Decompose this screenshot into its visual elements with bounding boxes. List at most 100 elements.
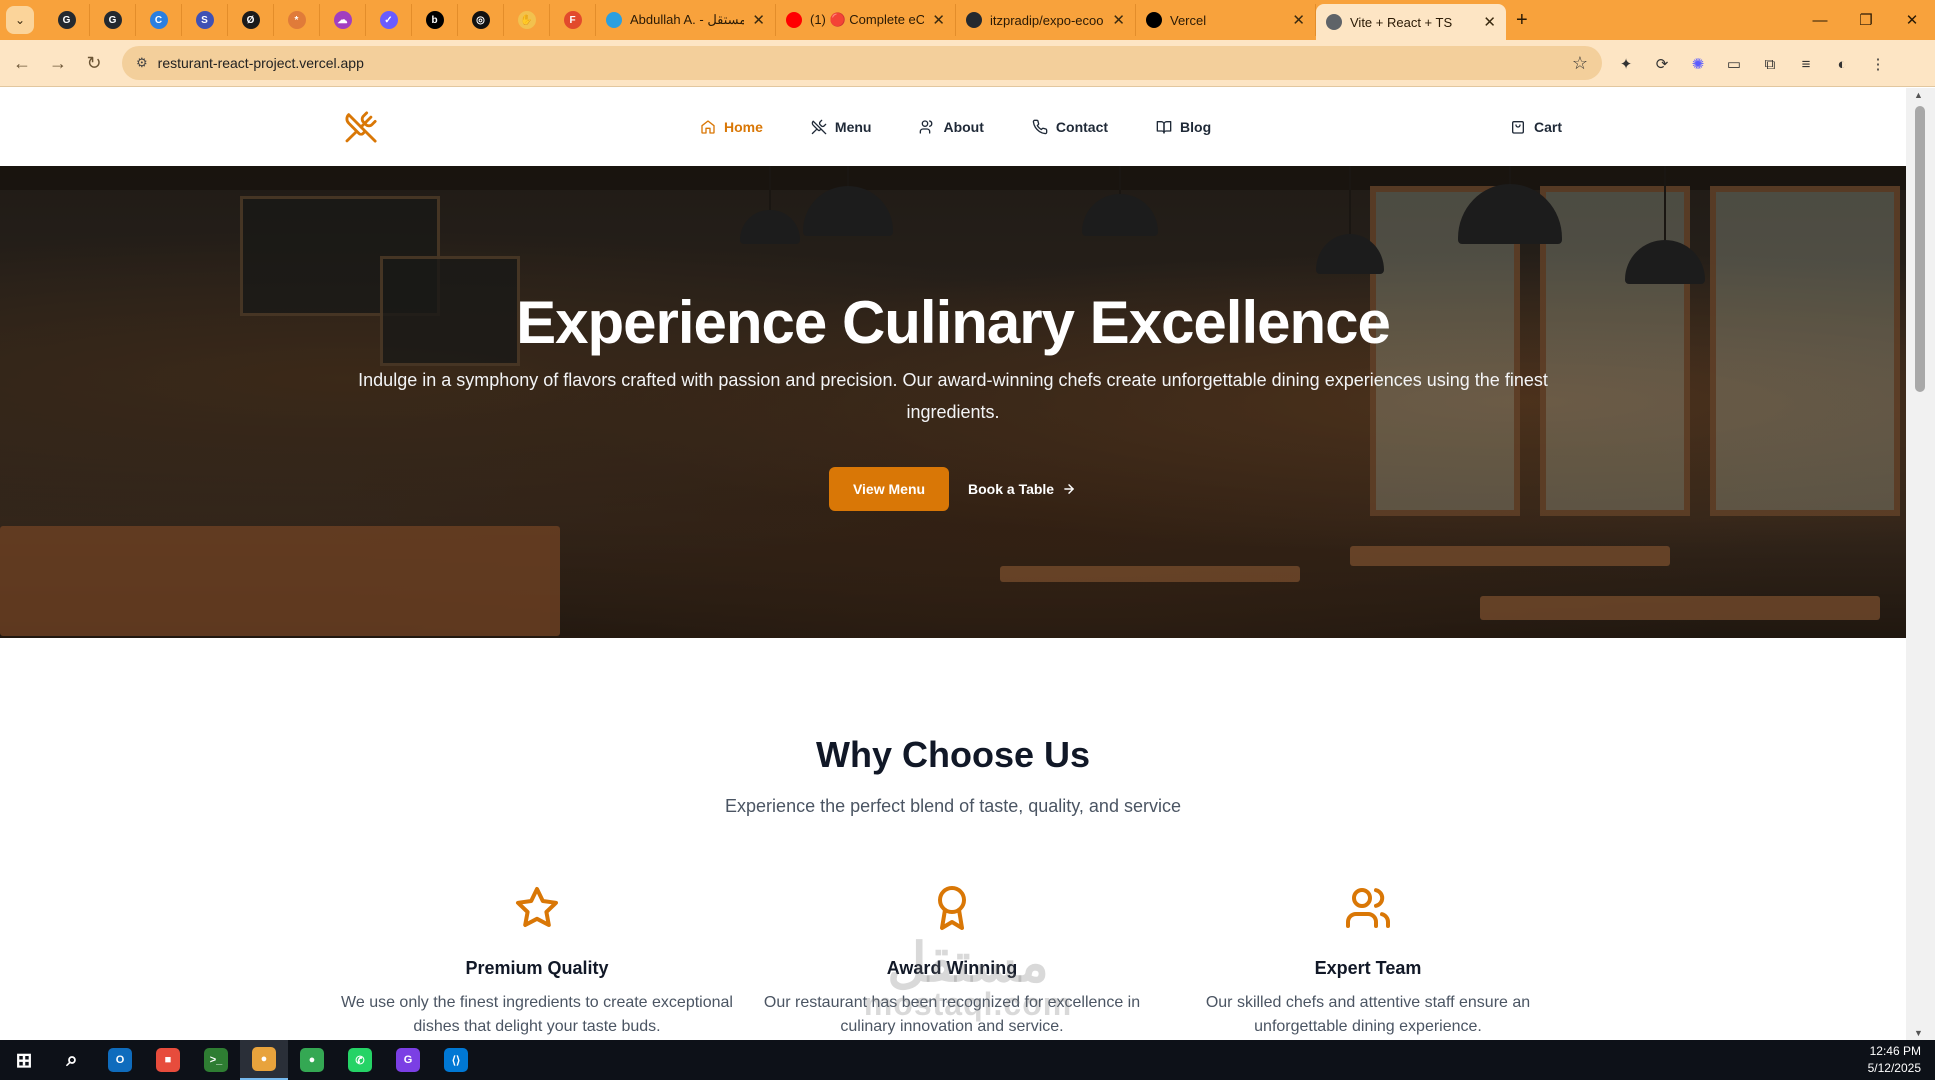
taskbar-start-button[interactable]: ⊞ (0, 1040, 48, 1080)
bookmark-star-icon[interactable]: ☆ (1572, 53, 1588, 74)
windows-taskbar: ⊞ ⌕ O ■ >_ ● ● ✆ G ⟨⟩ 12:46 PM 5/12/2025 (0, 1040, 1935, 1080)
taskbar-github-desktop-button[interactable]: G (384, 1040, 432, 1080)
cart-link[interactable]: Cart (1510, 88, 1562, 166)
nav-item-home[interactable]: Home (700, 119, 763, 135)
hero-subtitle: Indulge in a symphony of flavors crafted… (358, 370, 1548, 422)
extension-icon[interactable]: ⟳ (1644, 48, 1680, 80)
taskbar-search-button[interactable]: ⌕ (48, 1040, 96, 1080)
pinned-tab[interactable]: G (90, 4, 136, 36)
pinned-tab[interactable]: b (412, 4, 458, 36)
main-nav: Home Menu About Contact Blog (700, 88, 1259, 166)
extension-icon[interactable]: ✺ (1680, 48, 1716, 80)
hero-title: Experience Culinary Excellence (516, 289, 1391, 356)
tab-title: itzpradip/expo-ecoomerce-a (990, 12, 1104, 28)
pinned-tab[interactable]: G (44, 4, 90, 36)
book-table-button[interactable]: Book a Table (968, 467, 1076, 511)
pinned-tab[interactable]: C (136, 4, 182, 36)
cart-label: Cart (1534, 119, 1563, 135)
page-scrollbar[interactable]: ▲ ▼ (1906, 88, 1935, 1040)
pinned-tab[interactable]: S (182, 4, 228, 36)
nav-item-label: About (943, 119, 984, 135)
feature-title: Premium Quality (465, 958, 609, 978)
scrollbar-thumb[interactable] (1915, 106, 1925, 392)
close-tab-icon[interactable]: ✕ (1112, 11, 1125, 29)
tab-title: (1) 🔴 Complete eCommerce (810, 12, 925, 27)
taskbar-outlook-button[interactable]: O (96, 1040, 144, 1080)
url-text: resturant-react-project.vercel.app (157, 55, 364, 71)
close-tab-icon[interactable]: ✕ (1483, 13, 1496, 31)
team-icon (1346, 888, 1391, 928)
taskbar-chrome-button[interactable]: ● (240, 1040, 288, 1080)
target-icon: ◎ (471, 11, 490, 29)
restore-icon[interactable]: ❐ (1843, 0, 1889, 40)
close-tab-icon[interactable]: ✕ (1292, 11, 1305, 29)
browser-tab[interactable]: (1) 🔴 Complete eCommerce ✕ (776, 4, 956, 36)
watermark-arabic: مستقل (887, 933, 1049, 993)
taskbar-vscode-button[interactable]: ⟨⟩ (432, 1040, 480, 1080)
close-window-icon[interactable]: ✕ (1889, 0, 1935, 40)
nav-item-menu[interactable]: Menu (811, 119, 872, 135)
taskbar-whatsapp-button[interactable]: ✆ (336, 1040, 384, 1080)
pinned-tab[interactable]: ☁ (320, 4, 366, 36)
pinned-tab[interactable]: ✓ (366, 4, 412, 36)
feature-description: Our skilled chefs and attentive staff en… (1205, 994, 1531, 1035)
why-choose-us-title: Why Choose Us (815, 734, 1091, 775)
system-clock[interactable]: 12:46 PM 5/12/2025 (1868, 1043, 1921, 1077)
feature-description: We use only the finest ingredients to cr… (341, 994, 733, 1035)
counter-image (0, 526, 560, 636)
browser-tab[interactable]: itzpradip/expo-ecoomerce-a ✕ (956, 4, 1136, 36)
pinned-tab[interactable]: F (550, 4, 596, 36)
tab-title: Vite + React + TS (1350, 14, 1453, 30)
tab-search-button[interactable]: ⌄ (6, 6, 34, 34)
nav-item-about[interactable]: About (919, 119, 984, 135)
minimize-icon[interactable]: — (1797, 0, 1843, 40)
scroll-down-icon[interactable]: ▼ (1914, 1028, 1923, 1038)
nav-item-blog[interactable]: Blog (1156, 119, 1211, 135)
search-icon: ⌕ (66, 1048, 78, 1071)
nav-item-contact[interactable]: Contact (1032, 119, 1108, 135)
extension-icon[interactable]: ✦ (1608, 48, 1644, 80)
tab-title: Vercel (1170, 12, 1207, 28)
browser-tab[interactable]: Vite + React + TS ✕ (1316, 4, 1506, 40)
nav-item-label: Home (724, 119, 763, 135)
chrome-2-icon: ● (300, 1048, 324, 1072)
pinned-tab[interactable]: * (274, 4, 320, 36)
site-info-icon[interactable]: ⚙ (136, 55, 148, 71)
asterisk-icon: * (287, 11, 306, 29)
outlook-icon: O (108, 1048, 132, 1072)
extension-icon[interactable]: ▭ (1716, 48, 1752, 80)
close-tab-icon[interactable]: ✕ (932, 11, 945, 29)
chrome-menu-icon[interactable]: ⋮ (1860, 48, 1896, 80)
fork-knife-logo-icon[interactable] (344, 110, 378, 144)
pinned-tab[interactable]: ✋ (504, 4, 550, 36)
table-image (1000, 566, 1300, 582)
table-image (1350, 546, 1670, 566)
scroll-up-icon[interactable]: ▲ (1914, 90, 1923, 100)
taskbar-terminal-button[interactable]: >_ (192, 1040, 240, 1080)
taskbar-chrome-2-button[interactable]: ● (288, 1040, 336, 1080)
nav-item-label: Contact (1055, 119, 1109, 135)
taskbar-app-red-button[interactable]: ■ (144, 1040, 192, 1080)
close-tab-icon[interactable]: ✕ (752, 11, 765, 29)
bird-icon: ✓ (379, 11, 398, 29)
new-tab-button[interactable]: + (1516, 9, 1528, 32)
feature-card: Premium Quality We use only the finest i… (337, 878, 737, 1039)
pinned-tab[interactable]: ◎ (458, 4, 504, 36)
view-menu-button[interactable]: View Menu (829, 467, 949, 511)
github-icon: G (103, 11, 122, 29)
nav-item-label: Menu (834, 119, 872, 135)
github-icon: G (57, 11, 76, 29)
site-header: Home Menu About Contact Blog Cart (0, 88, 1906, 166)
browser-tab[interactable]: Abdullah A. - الأعمال | مستقل ✕ (596, 4, 776, 36)
extensions-puzzle-icon[interactable]: ⧉ (1752, 48, 1788, 80)
address-bar[interactable]: ⚙ resturant-react-project.vercel.app ☆ (122, 46, 1602, 80)
pinned-tab[interactable]: Ø (228, 4, 274, 36)
forward-icon[interactable]: → (40, 45, 76, 81)
media-icon[interactable]: ≡ (1788, 48, 1824, 80)
browser-toolbar: ← → ↻ ⚙ resturant-react-project.vercel.a… (0, 40, 1935, 87)
back-icon[interactable]: ← (4, 45, 40, 81)
avatar[interactable]: ◐ (1824, 48, 1860, 80)
reload-icon[interactable]: ↻ (76, 45, 112, 81)
award-icon (938, 886, 966, 930)
browser-tab[interactable]: Vercel ✕ (1136, 4, 1316, 36)
